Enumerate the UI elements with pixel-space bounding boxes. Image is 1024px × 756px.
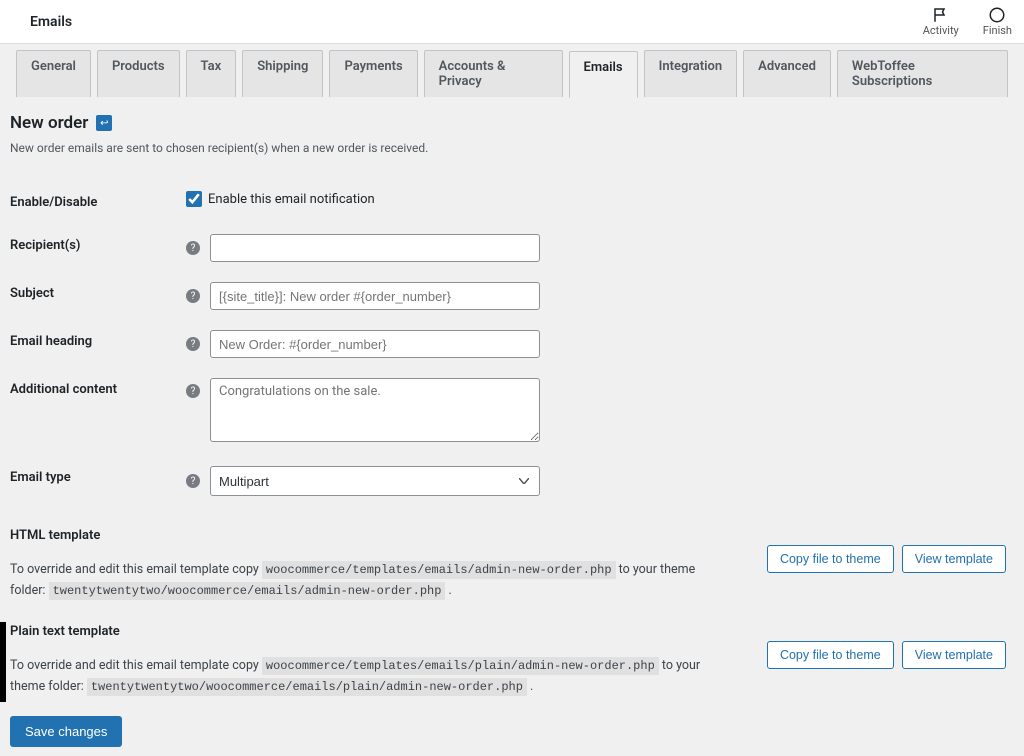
html-template-desc: To override and edit this email template… (10, 559, 730, 602)
email-type-label: Email type (10, 456, 186, 506)
subject-input[interactable] (210, 282, 540, 310)
view-html-button[interactable]: View template (902, 545, 1006, 573)
help-icon[interactable]: ? (186, 289, 200, 303)
help-icon[interactable]: ? (186, 474, 200, 488)
copy-plain-button[interactable]: Copy file to theme (767, 641, 894, 669)
save-button[interactable]: Save changes (10, 716, 122, 747)
recipients-input[interactable] (210, 234, 540, 262)
help-icon[interactable]: ? (186, 384, 200, 398)
help-icon[interactable]: ? (186, 241, 200, 255)
subject-label: Subject (10, 272, 186, 320)
flag-icon (932, 6, 950, 24)
page-title: Emails (12, 14, 72, 30)
section-heading: New order (10, 113, 88, 133)
enable-checkbox-label: Enable this email notification (208, 192, 375, 207)
dest-path: twentytwentytwo/woocommerce/emails/plain… (87, 678, 527, 696)
dest-path: twentytwentytwo/woocommerce/emails/admin… (49, 582, 446, 600)
topbar-actions: Activity Finish (923, 6, 1012, 37)
plain-template-row: To override and edit this email template… (10, 645, 1006, 698)
activity-label: Activity (923, 24, 959, 37)
settings-form: Enable/Disable Enable this email notific… (10, 181, 1006, 506)
email-heading-input[interactable] (210, 330, 540, 358)
activity-button[interactable]: Activity (923, 6, 959, 37)
section-description: New order emails are sent to chosen reci… (10, 141, 1006, 155)
email-heading-label: Email heading (10, 320, 186, 368)
tab-products[interactable]: Products (97, 50, 180, 97)
finish-button[interactable]: Finish (983, 6, 1012, 37)
copy-html-button[interactable]: Copy file to theme (767, 545, 894, 573)
enable-checkbox[interactable] (186, 191, 202, 207)
view-plain-button[interactable]: View template (902, 641, 1006, 669)
circle-icon (988, 6, 1006, 24)
tab-tax[interactable]: Tax (186, 50, 237, 97)
help-icon[interactable]: ? (186, 337, 200, 351)
plain-template-title: Plain text template (10, 624, 1006, 639)
topbar: Emails Activity Finish (0, 0, 1024, 44)
tab-webtoffee-subscriptions[interactable]: WebToffee Subscriptions (837, 50, 1008, 97)
overlay-bar (0, 622, 6, 702)
source-path: woocommerce/templates/emails/admin-new-o… (262, 561, 616, 579)
tab-payments[interactable]: Payments (329, 50, 417, 97)
settings-tabs: GeneralProductsTaxShippingPaymentsAccoun… (0, 44, 1024, 97)
tab-advanced[interactable]: Advanced (743, 50, 831, 97)
additional-content-input[interactable] (210, 378, 540, 442)
tab-shipping[interactable]: Shipping (242, 50, 323, 97)
email-type-select[interactable]: Multipart (210, 466, 540, 496)
source-path: woocommerce/templates/emails/plain/admin… (262, 657, 659, 675)
tab-emails[interactable]: Emails (569, 51, 638, 98)
tab-accounts-privacy[interactable]: Accounts & Privacy (424, 50, 563, 97)
html-template-title: HTML template (10, 528, 1006, 543)
recipients-label: Recipient(s) (10, 224, 186, 272)
settings-content: New order ↩ New order emails are sent to… (0, 97, 1024, 756)
html-template-row: To override and edit this email template… (10, 549, 1006, 602)
tab-general[interactable]: General (16, 50, 91, 97)
plain-template-desc: To override and edit this email template… (10, 655, 730, 698)
tab-integration[interactable]: Integration (644, 50, 738, 97)
back-icon[interactable]: ↩ (96, 115, 112, 131)
finish-label: Finish (983, 24, 1012, 37)
additional-content-label: Additional content (10, 368, 186, 456)
enable-label: Enable/Disable (10, 181, 186, 224)
